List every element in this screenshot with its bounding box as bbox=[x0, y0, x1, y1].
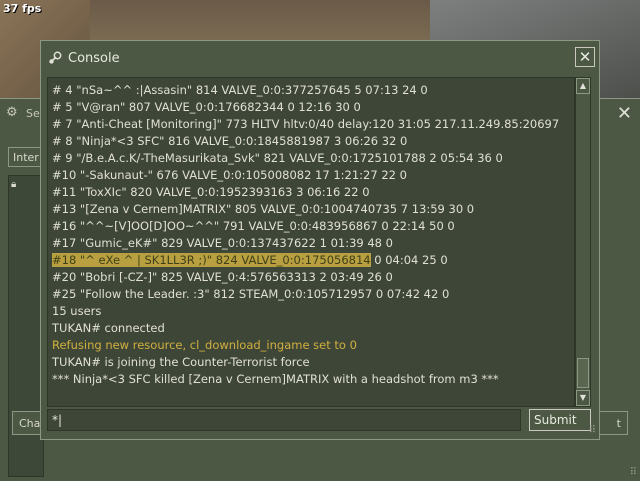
console-line: # 7 "Anti-Cheat [Monitoring]" 773 HLTV h… bbox=[52, 117, 560, 131]
console-line: #11 "ToxXIc" 820 VALVE_0:0:1952393163 3 … bbox=[52, 185, 370, 199]
console-line: # 8 "Ninja*<3 SFC" 816 VALVE_0:0:1845881… bbox=[52, 134, 408, 148]
resize-grip-icon[interactable]: ⠿ bbox=[589, 426, 596, 436]
fps-counter: 37 fps bbox=[3, 2, 42, 15]
resize-grip-icon[interactable]: ⠿ bbox=[630, 467, 637, 478]
console-line: #20 "Bobri [-CZ-]" 825 VALVE_0:4:5765633… bbox=[52, 270, 393, 284]
console-scrollbar[interactable]: ▲ ▼ bbox=[575, 77, 591, 407]
console-titlebar[interactable]: Console ✕ bbox=[41, 41, 599, 75]
console-line: 15 users bbox=[52, 304, 102, 318]
selected-text: #18 "^ eXe ^ | SK1LL3R ;)" 824 VALVE_0:0… bbox=[52, 253, 371, 267]
console-line: #17 "Gumic_eK#" 829 VALVE_0:0:137437622 … bbox=[52, 236, 393, 250]
line-rest-text: 0 04:04 25 0 bbox=[370, 253, 448, 267]
console-line: #13 "[Zena v Cernem]MATRIX" 805 VALVE_0:… bbox=[52, 202, 475, 216]
console-line: # 4 "nSa~^^ :|Assasin" 814 VALVE_0:0:377… bbox=[52, 83, 428, 97]
console-line: TUKAN# is joining the Counter-Terrorist … bbox=[52, 355, 310, 369]
console-lines: # 4 "nSa~^^ :|Assasin" 814 VALVE_0:0:377… bbox=[52, 82, 570, 388]
steam-icon: ⚙ bbox=[6, 105, 18, 120]
submit-button[interactable]: Submit bbox=[529, 409, 591, 431]
console-line: #10 "-Sakunaut-" 676 VALVE_0:0:105008082… bbox=[52, 168, 407, 182]
console-line: #25 "Follow the Leader. :3" 812 STEAM_0:… bbox=[52, 287, 450, 301]
steam-icon bbox=[47, 50, 63, 66]
console-line: # 9 "/B.e.A.c.K/-TheMasurikata_Svk" 821 … bbox=[52, 151, 503, 165]
console-line: Refusing new resource, cl_download_ingam… bbox=[52, 338, 357, 352]
scroll-down-icon[interactable]: ▼ bbox=[576, 390, 590, 406]
scrollbar-thumb[interactable] bbox=[577, 358, 589, 388]
scroll-up-icon[interactable]: ▲ bbox=[576, 78, 590, 94]
console-window: Console ✕ # 4 "nSa~^^ :|Assasin" 814 VAL… bbox=[40, 40, 600, 440]
lock-icon: 🔒︎ bbox=[11, 179, 17, 190]
console-line: TUKAN# connected bbox=[52, 321, 165, 335]
close-icon[interactable]: ✕ bbox=[617, 103, 632, 124]
console-line: *** Ninja*<3 SFC killed [Zena v Cernem]M… bbox=[52, 372, 499, 386]
close-icon[interactable]: ✕ bbox=[575, 47, 595, 67]
console-output[interactable]: # 4 "nSa~^^ :|Assasin" 814 VALVE_0:0:377… bbox=[47, 77, 575, 407]
console-line: # 5 "V@ran" 807 VALVE_0:0:176682344 0 12… bbox=[52, 100, 361, 114]
server-browser-title: Se bbox=[26, 107, 40, 120]
console-command-input[interactable]: *| bbox=[47, 409, 521, 431]
console-line: #16 "^^~[V]OO[D]OO~^^" 791 VALVE_0:0:483… bbox=[52, 219, 455, 233]
console-line: #18 "^ eXe ^ | SK1LL3R ;)" 824 VALVE_0:0… bbox=[52, 252, 570, 269]
console-title: Console bbox=[68, 51, 120, 66]
